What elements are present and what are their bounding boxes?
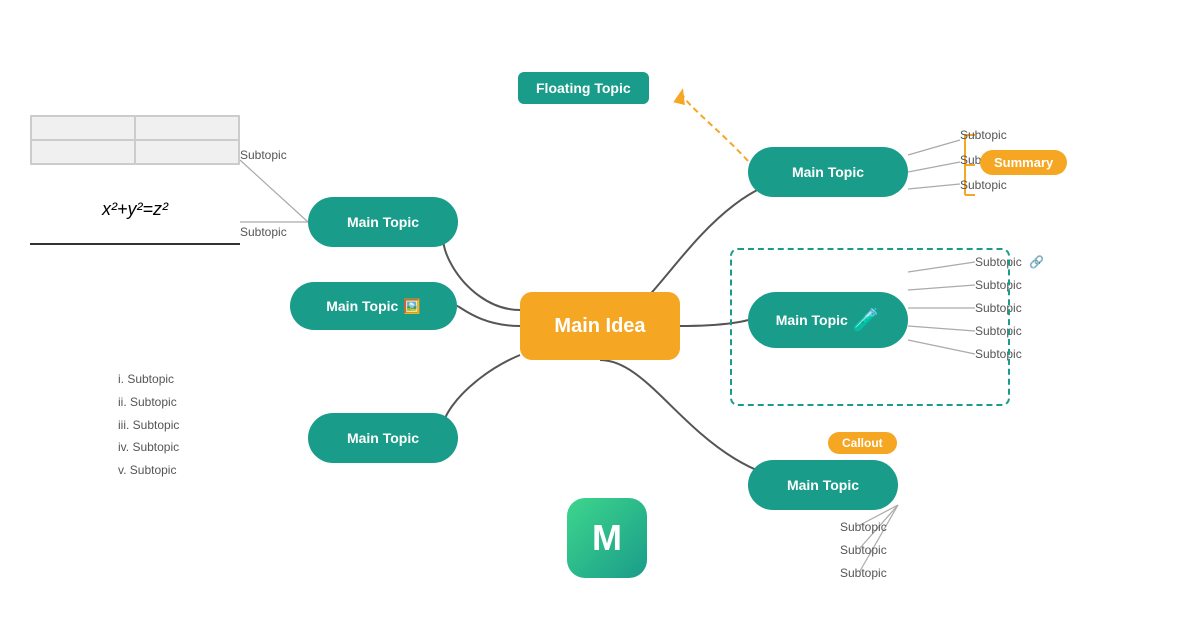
main-topic-top-right-label: Main Topic xyxy=(792,164,864,180)
table-box xyxy=(30,115,240,165)
ordered-subtopics: i. Subtopic ii. Subtopic iii. Subtopic i… xyxy=(118,368,179,482)
main-topic-left-mid-label: Main Topic xyxy=(326,298,398,314)
ordered-subtopic-2: ii. Subtopic xyxy=(118,391,179,414)
callout-bubble: Callout xyxy=(828,432,897,454)
main-topic-bot-right-label: Main Topic xyxy=(787,477,859,493)
table-cell-3 xyxy=(31,140,135,164)
beaker-icon: 🧪 xyxy=(853,307,880,333)
note-icon-left: 🖼️ xyxy=(403,298,420,315)
subtopic-table: Subtopic xyxy=(240,148,287,162)
subtopic-br-1: Subtopic xyxy=(840,520,887,534)
ordered-subtopic-3: iii. Subtopic xyxy=(118,414,179,437)
subtopic-br-3: Subtopic xyxy=(840,566,887,580)
main-topic-bot-right[interactable]: Main Topic xyxy=(748,460,898,510)
table-cell-1 xyxy=(31,116,135,140)
main-topic-mid-right[interactable]: Main Topic 🧪 xyxy=(748,292,908,348)
floating-topic-label: Floating Topic xyxy=(536,80,631,96)
main-topic-left-bot-label: Main Topic xyxy=(347,430,419,446)
main-idea-node[interactable]: Main Idea xyxy=(520,292,680,360)
subtopic-br-2: Subtopic xyxy=(840,543,887,557)
ordered-subtopic-4: iv. Subtopic xyxy=(118,436,179,459)
table-cell-4 xyxy=(135,140,239,164)
main-topic-left-mid[interactable]: Main Topic 🖼️ xyxy=(290,282,457,330)
subtopic-tr-1: Subtopic xyxy=(960,128,1007,142)
subtopic-tr-3: Subtopic xyxy=(960,178,1007,192)
main-idea-label: Main Idea xyxy=(554,315,645,338)
equation-text: x²+y²=z² xyxy=(102,199,168,220)
main-topic-top-right[interactable]: Main Topic xyxy=(748,147,908,197)
floating-topic[interactable]: Floating Topic xyxy=(518,72,649,104)
main-topic-mid-right-label: Main Topic xyxy=(776,312,848,328)
mm-logo-icon: M xyxy=(592,517,622,559)
link-icon: 🔗 xyxy=(1029,255,1044,269)
main-topic-left-bot[interactable]: Main Topic xyxy=(308,413,458,463)
mm-logo: M xyxy=(567,498,647,578)
table-cell-2 xyxy=(135,116,239,140)
equation-box: x²+y²=z² xyxy=(30,175,240,245)
main-topic-left-top-label: Main Topic xyxy=(347,214,419,230)
main-topic-left-top[interactable]: Main Topic xyxy=(308,197,458,247)
ordered-subtopic-5: v. Subtopic xyxy=(118,459,179,482)
ordered-subtopic-1: i. Subtopic xyxy=(118,368,179,391)
subtopic-eq: Subtopic xyxy=(240,225,287,239)
summary-label: Summary xyxy=(980,150,1067,175)
